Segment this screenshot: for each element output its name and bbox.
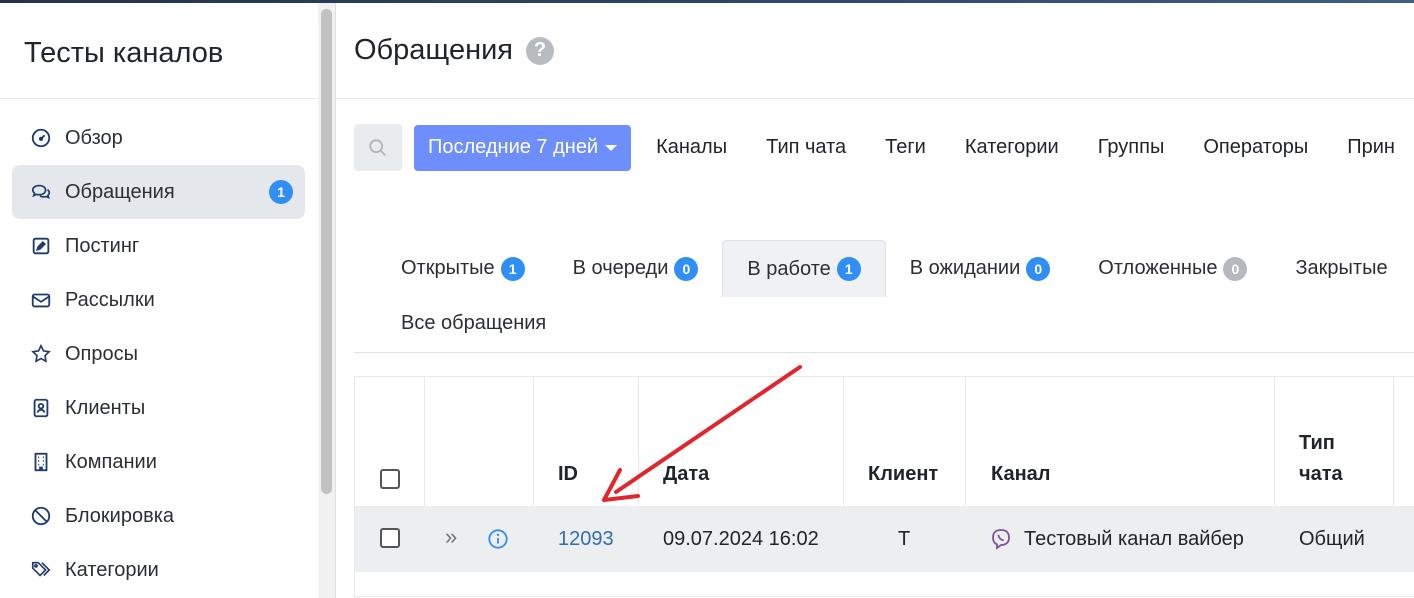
period-label: Последние 7 дней xyxy=(428,136,599,158)
tab-label: Открытые xyxy=(401,257,495,279)
info-icon[interactable] xyxy=(487,528,509,550)
help-icon[interactable]: ? xyxy=(526,36,555,65)
envelope-icon xyxy=(28,287,54,313)
column-header-id[interactable]: ID xyxy=(558,463,578,486)
column-header-chat-type[interactable]: Тип xyxy=(1299,432,1335,455)
star-icon xyxy=(28,341,54,367)
tab-count-badge: 1 xyxy=(500,256,525,281)
filter-channels[interactable]: Каналы xyxy=(656,136,727,159)
divider xyxy=(336,98,1414,99)
search-button[interactable] xyxy=(354,124,402,171)
divider xyxy=(0,98,318,99)
filter-tags[interactable]: Теги xyxy=(885,136,926,159)
contact-card-icon xyxy=(28,395,54,421)
row-checkbox[interactable] xyxy=(380,528,400,548)
ticket-chat-type: Общий xyxy=(1299,528,1365,550)
viber-icon xyxy=(992,529,1010,550)
column-header-date[interactable]: Дата xyxy=(663,463,709,486)
sidebar-item-tickets[interactable]: Обращения 1 xyxy=(12,165,305,219)
double-chevron-right-icon[interactable]: » xyxy=(445,524,457,550)
filter-chat-type[interactable]: Тип чата xyxy=(766,136,846,159)
caret-down-icon xyxy=(605,144,618,151)
sidebar-nav: Обзор Обращения 1 Постинг Рассылки Опрос… xyxy=(12,111,305,597)
unread-badge: 1 xyxy=(269,180,293,204)
period-dropdown[interactable]: Последние 7 дней xyxy=(414,124,632,171)
tab-in-progress[interactable]: В работе 1 xyxy=(722,240,886,297)
sidebar-scrollbar[interactable] xyxy=(318,3,335,598)
sidebar-item-label: Компании xyxy=(65,450,157,473)
divider xyxy=(354,352,1414,353)
chat-bubbles-icon xyxy=(28,179,54,205)
tab-label: В очереди xyxy=(572,257,669,279)
sidebar-item-companies[interactable]: Компании xyxy=(12,435,305,489)
page-title-text: Обращения xyxy=(354,34,514,66)
tab-postponed[interactable]: Отложенные 0 xyxy=(1074,240,1271,297)
filters-bar: Последние 7 дней Каналы Тип чата Теги Ка… xyxy=(354,124,1409,171)
filter-categories[interactable]: Категории xyxy=(965,136,1059,159)
tab-count-badge: 0 xyxy=(1223,256,1248,281)
project-title: Тесты каналов xyxy=(24,37,224,69)
divider xyxy=(355,596,1414,597)
tab-label: Закрытые xyxy=(1295,257,1388,279)
ticket-client: Т xyxy=(898,528,911,550)
sidebar-item-overview[interactable]: Обзор xyxy=(12,111,305,165)
sidebar: Тесты каналов Обзор Обращения 1 Постинг xyxy=(0,3,318,598)
filter-groups[interactable]: Группы xyxy=(1098,136,1165,159)
filter-more[interactable]: Прин xyxy=(1347,136,1395,159)
tab-count-badge: 0 xyxy=(674,256,699,281)
column-header-channel[interactable]: Канал xyxy=(991,463,1050,486)
tab-queue[interactable]: В очереди 0 xyxy=(549,240,723,297)
tab-label: В ожидании xyxy=(909,257,1021,279)
ban-icon xyxy=(28,503,54,529)
ticket-channel: Тестовый канал вайбер xyxy=(1024,528,1244,550)
ticket-date: 09.07.2024 16:02 xyxy=(663,528,819,550)
tab-closed[interactable]: Закрытые xyxy=(1271,240,1411,297)
search-icon xyxy=(369,138,386,156)
edit-square-icon xyxy=(28,233,54,259)
tab-all-tickets[interactable]: Все обращения xyxy=(401,312,546,335)
tab-waiting[interactable]: В ожидании 0 xyxy=(886,240,1075,297)
sidebar-item-blocking[interactable]: Блокировка xyxy=(12,489,305,543)
building-icon xyxy=(28,449,54,475)
sidebar-item-clients[interactable]: Клиенты xyxy=(12,381,305,435)
sidebar-item-label: Обзор xyxy=(65,126,123,149)
tab-count-badge: 1 xyxy=(836,257,861,281)
gauge-icon xyxy=(28,125,54,151)
sidebar-item-label: Рассылки xyxy=(65,288,155,311)
ticket-id-link[interactable]: 12093 xyxy=(558,528,614,551)
tab-label: Отложенные xyxy=(1098,257,1218,279)
sidebar-item-label: Обращения xyxy=(65,180,175,203)
tags-icon xyxy=(28,557,54,583)
select-all-checkbox[interactable] xyxy=(380,469,400,489)
sidebar-item-mailings[interactable]: Рассылки xyxy=(12,273,305,327)
sidebar-item-categories[interactable]: Категории xyxy=(12,543,305,597)
sidebar-item-posting[interactable]: Постинг xyxy=(12,219,305,273)
page-title: Обращения ? xyxy=(354,34,555,67)
divider xyxy=(335,3,336,598)
sidebar-item-label: Постинг xyxy=(65,234,140,257)
sidebar-item-surveys[interactable]: Опросы xyxy=(12,327,305,381)
sidebar-item-label: Клиенты xyxy=(65,396,146,419)
tab-open[interactable]: Открытые 1 xyxy=(354,240,549,297)
sidebar-item-label: Категории xyxy=(65,558,159,581)
sidebar-item-label: Блокировка xyxy=(65,504,175,527)
tab-label: В работе xyxy=(747,257,831,280)
table-row[interactable]: » 12093 09.07.2024 16:02 Т Тестовый кана… xyxy=(355,506,1414,572)
scrollbar-thumb[interactable] xyxy=(321,9,332,494)
filter-operators[interactable]: Операторы xyxy=(1203,136,1308,159)
column-header-chat-type-line2: чата xyxy=(1299,463,1343,485)
status-tabs: Открытые 1 В очереди 0 В работе 1 В ожид… xyxy=(354,240,1414,353)
tab-count-badge: 0 xyxy=(1026,256,1051,281)
sidebar-item-label: Опросы xyxy=(65,342,139,365)
column-header-client[interactable]: Клиент xyxy=(868,463,938,486)
tickets-table: ID Дата Клиент Канал Тип чата » 12093 09… xyxy=(354,376,1414,598)
